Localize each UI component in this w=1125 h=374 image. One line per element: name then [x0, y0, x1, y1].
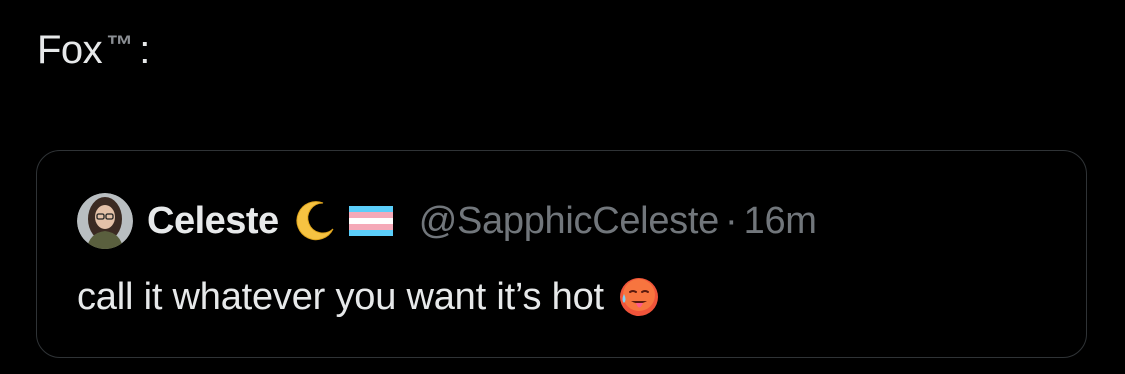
trademark-symbol: ™ [106, 29, 134, 60]
post-separator: : [139, 27, 150, 72]
avatar[interactable] [77, 193, 133, 249]
quoted-post-header: Celeste @SapphicCeleste · 16m [77, 193, 817, 249]
quoted-post-text: call it whatever you want it’s hot [77, 271, 660, 323]
quoted-post-card[interactable]: Celeste @SapphicCeleste · 16m call it wh… [36, 150, 1087, 358]
post-text: Fox ™ : [37, 26, 150, 74]
hot-face-icon [618, 276, 660, 318]
quoted-author-handle[interactable]: @SapphicCeleste [419, 200, 720, 243]
post-author-name: Fox [37, 27, 103, 72]
crescent-moon-icon [293, 199, 337, 243]
quoted-author-name[interactable]: Celeste [147, 200, 279, 243]
post-timestamp[interactable]: 16m [744, 200, 817, 243]
transgender-flag-icon [348, 206, 393, 236]
quoted-post-text-content: call it whatever you want it’s hot [77, 275, 604, 318]
meta-separator: · [724, 199, 738, 242]
